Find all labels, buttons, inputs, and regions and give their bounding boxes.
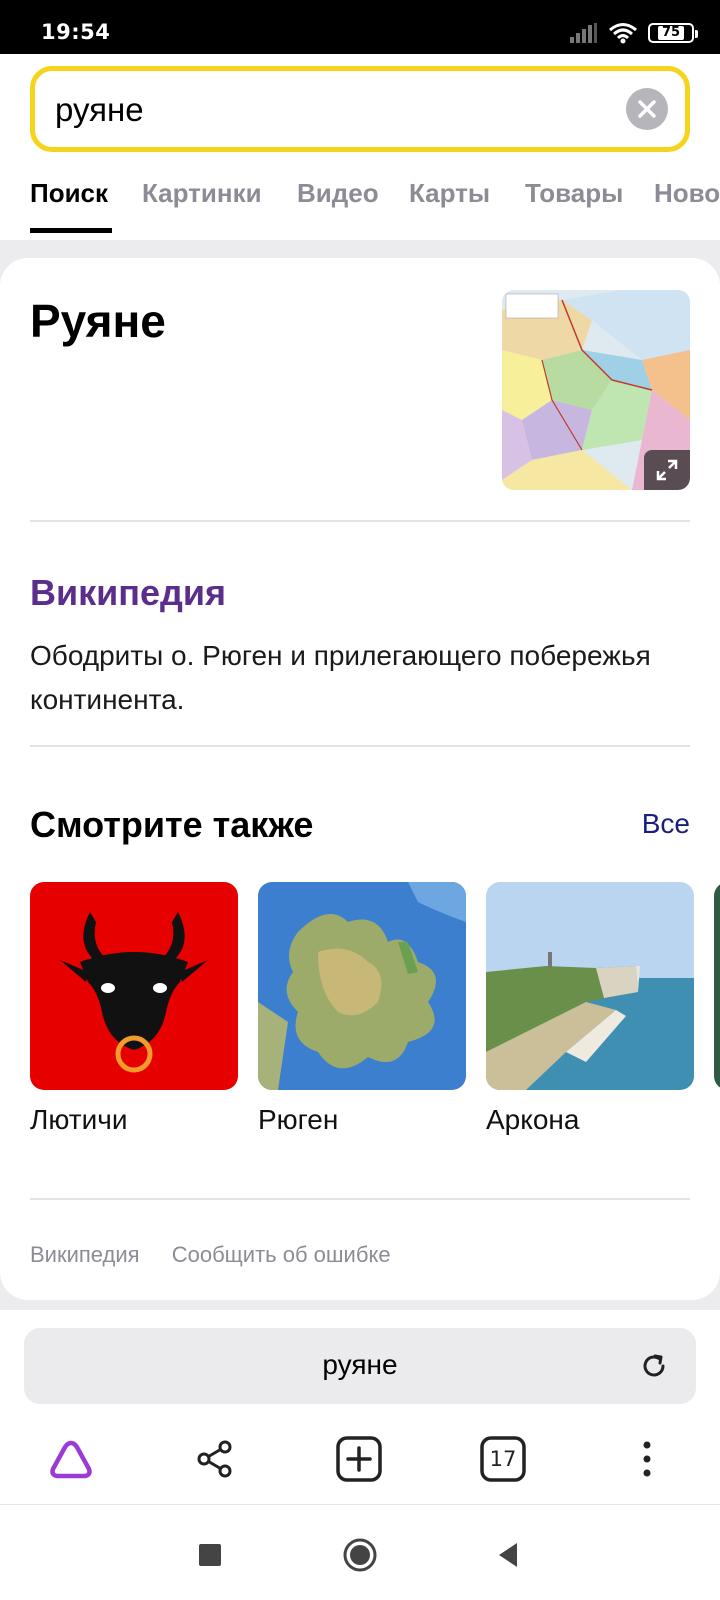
clear-search-button[interactable]	[626, 88, 668, 130]
share-button[interactable]	[190, 1434, 240, 1484]
reload-icon[interactable]	[638, 1350, 670, 1382]
alice-icon	[50, 1440, 92, 1479]
system-nav-bar	[0, 1504, 720, 1600]
menu-button[interactable]	[622, 1434, 672, 1484]
alice-button[interactable]	[46, 1434, 96, 1484]
wifi-icon	[609, 23, 637, 44]
share-icon	[197, 1440, 232, 1478]
rugen-image	[258, 882, 466, 1090]
search-tabs: Поиск Картинки Видео Карты Товары Ново	[0, 170, 720, 240]
footer-wikipedia-link[interactable]: Википедия	[30, 1242, 140, 1267]
new-tab-button[interactable]	[334, 1434, 384, 1484]
divider	[30, 1198, 690, 1200]
see-also-item-lyutichi[interactable]: Лютичи	[30, 882, 238, 1136]
home-circle-icon	[343, 1538, 377, 1572]
address-bar[interactable]: руяне	[24, 1328, 696, 1404]
divider	[30, 520, 690, 522]
lyutichi-image	[30, 882, 238, 1090]
see-also-carousel[interactable]: Лютичи Рюген Аркона	[0, 882, 720, 1162]
search-header: руяне Поиск Картинки Видео Карты Товары …	[0, 54, 720, 240]
tab-news[interactable]: Ново	[654, 178, 720, 209]
see-all-link[interactable]: Все	[642, 808, 690, 840]
signal-icon	[570, 23, 597, 43]
search-input[interactable]: руяне	[30, 66, 690, 152]
report-error-link[interactable]: Сообщить об ошибке	[172, 1242, 391, 1267]
plus-icon	[336, 1436, 382, 1482]
see-also-label: Рюген	[258, 1104, 339, 1135]
see-also-label: Лютичи	[30, 1104, 128, 1135]
expand-icon	[656, 459, 678, 481]
status-time: 19:54	[41, 20, 111, 44]
see-also-title: Смотрите также	[30, 804, 314, 845]
battery-level: 75	[657, 26, 685, 40]
back-button[interactable]	[488, 1535, 528, 1575]
battery-icon: 75	[648, 23, 698, 43]
address-text[interactable]: руяне	[24, 1349, 696, 1381]
tab-video[interactable]: Видео	[297, 178, 379, 209]
see-also-item-partial[interactable]	[714, 882, 720, 1090]
tab-maps[interactable]: Карты	[409, 178, 490, 209]
entity-card: Руяне Википедия Ободриты о. Рюген и прил…	[0, 258, 720, 1300]
entity-map-image[interactable]	[502, 290, 690, 490]
back-triangle-icon	[499, 1543, 517, 1567]
active-tab-indicator	[30, 228, 112, 233]
tab-images[interactable]: Картинки	[142, 178, 262, 209]
search-query[interactable]: руяне	[55, 91, 144, 129]
tabs-count: 17	[489, 1447, 517, 1471]
status-bar: 19:54 75	[0, 0, 720, 54]
see-also-label: Аркона	[486, 1104, 580, 1135]
entity-title: Руяне	[30, 295, 166, 347]
wikipedia-link[interactable]: Википедия	[30, 572, 226, 614]
card-footer: Википедия Сообщить об ошибке	[30, 1242, 417, 1268]
recents-button[interactable]	[190, 1535, 230, 1575]
arkona-image	[486, 882, 694, 1090]
see-also-item-rugen[interactable]: Рюген	[258, 882, 466, 1136]
partial-image	[714, 882, 720, 1090]
tab-goods[interactable]: Товары	[525, 178, 623, 209]
close-icon	[638, 100, 656, 118]
more-vertical-icon	[643, 1441, 651, 1477]
divider	[30, 745, 690, 747]
status-icons: 75	[570, 22, 698, 44]
browser-toolbar: 17	[0, 1420, 720, 1500]
square-icon	[199, 1544, 221, 1566]
home-button[interactable]	[340, 1535, 380, 1575]
expand-image-button[interactable]	[644, 450, 690, 490]
tab-search[interactable]: Поиск	[30, 178, 108, 209]
see-also-item-arkona[interactable]: Аркона	[486, 882, 694, 1136]
tabs-button[interactable]: 17	[478, 1434, 528, 1484]
wikipedia-snippet: Ободриты о. Рюген и прилегающего побереж…	[30, 640, 651, 715]
